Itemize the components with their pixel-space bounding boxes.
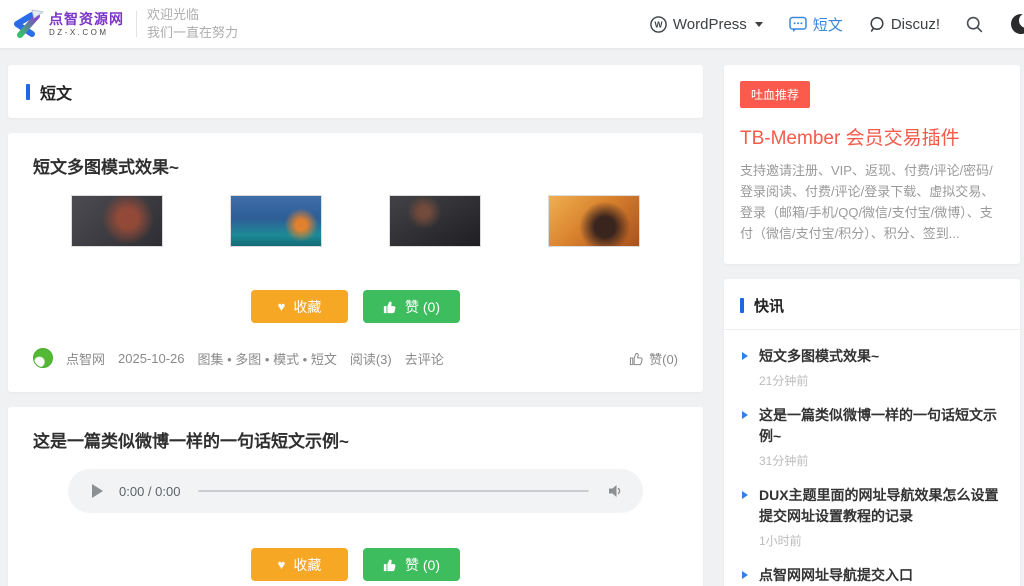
favorite-button[interactable]: ♥ 收藏 — [251, 548, 348, 581]
news-item-title[interactable]: DUX主题里面的网址导航效果怎么设置提交网址设置教程的记录 — [759, 485, 1004, 527]
nav-label-duanwen: 短文 — [813, 14, 843, 35]
nav-item-wordpress[interactable]: W WordPress — [650, 16, 763, 33]
page-title: 短文 — [40, 80, 72, 104]
site-logo[interactable]: 点智资源网 DZ-X.COM — [10, 9, 124, 39]
audio-progress-track[interactable] — [198, 490, 589, 492]
welcome-text: 欢迎光临 我们一直在努力 — [147, 6, 238, 41]
tag-list[interactable]: 图集 • 多图 • 模式 • 短文 — [198, 349, 337, 368]
audio-time: 0:00 / 0:00 — [119, 484, 180, 499]
article-image-3[interactable] — [389, 195, 481, 247]
news-item[interactable]: 点智网网址导航提交入口 2小时前 — [740, 565, 1004, 586]
site-header: 点智资源网 DZ-X.COM 欢迎光临 我们一直在努力 W WordPress — [0, 0, 1024, 48]
header-divider — [136, 11, 137, 37]
page-layout: 短文 短文多图模式效果~ ♥ 收藏 — [0, 48, 1024, 586]
go-comment-link[interactable]: 去评论 — [405, 349, 444, 368]
nav-label-discuz: Discuz! — [891, 16, 940, 33]
triangle-bullet-icon — [742, 352, 748, 360]
news-item[interactable]: 这是一篇类似微博一样的一句话短文示例~ 31分钟前 — [740, 405, 1004, 469]
promo-card: 吐血推荐 TB-Member 会员交易插件 支持邀请注册、VIP、返现、付费/评… — [724, 65, 1020, 264]
thumbs-up-icon — [383, 300, 397, 314]
meta-like-counter[interactable]: 赞(0) — [629, 349, 678, 368]
discuz-icon — [869, 16, 885, 33]
nav-label-wordpress: WordPress — [673, 16, 747, 33]
action-button-row: ♥ 收藏 赞 (0) — [33, 290, 678, 323]
volume-icon[interactable] — [607, 483, 625, 499]
avatar[interactable] — [33, 348, 53, 368]
news-header: 快讯 — [724, 295, 1020, 330]
news-item-title[interactable]: 这是一篇类似微博一样的一句话短文示例~ — [759, 405, 1004, 447]
sidebar: 吐血推荐 TB-Member 会员交易插件 支持邀请注册、VIP、返现、付费/评… — [724, 65, 1020, 586]
main-column: 短文 短文多图模式效果~ ♥ 收藏 — [8, 65, 703, 586]
news-item-time: 31分钟前 — [759, 452, 1004, 469]
thumbs-up-outline-icon — [629, 351, 644, 366]
meta-like-label: 赞(0) — [649, 349, 678, 368]
triangle-bullet-icon — [742, 571, 748, 579]
action-button-row: ♥ 收藏 赞 (0) — [33, 548, 678, 581]
article-image-2[interactable] — [230, 195, 322, 247]
accent-bar — [26, 84, 30, 100]
news-item-time: 21分钟前 — [759, 372, 1004, 389]
logo-subtitle: DZ-X.COM — [49, 29, 124, 37]
thumbs-up-icon — [383, 558, 397, 572]
article-title[interactable]: 短文多图模式效果~ — [33, 153, 678, 178]
news-item-time: 1小时前 — [759, 532, 1004, 549]
triangle-bullet-icon — [742, 491, 748, 499]
article-card-multi-image: 短文多图模式效果~ ♥ 收藏 — [8, 133, 703, 392]
promo-description: 支持邀请注册、VIP、返现、付费/评论/密码/登录阅读、付费/评论/登录下载、虚… — [740, 160, 1004, 244]
heart-icon: ♥ — [278, 558, 286, 571]
search-icon[interactable] — [966, 16, 983, 33]
news-item-title[interactable]: 短文多图模式效果~ — [759, 346, 1004, 367]
nav-item-discuz[interactable]: Discuz! — [869, 16, 940, 33]
play-icon[interactable] — [92, 484, 103, 498]
promo-title[interactable]: TB-Member 会员交易插件 — [740, 123, 1004, 150]
nav-item-duanwen[interactable]: 短文 — [789, 14, 843, 35]
svg-text:W: W — [654, 19, 663, 29]
triangle-bullet-icon — [742, 411, 748, 419]
caret-down-icon — [755, 22, 763, 27]
favorite-button[interactable]: ♥ 收藏 — [251, 290, 348, 323]
like-button[interactable]: 赞 (0) — [363, 290, 460, 323]
favorite-label: 收藏 — [293, 555, 321, 575]
news-card: 快讯 短文多图模式效果~ 21分钟前 这是一篇类似微博一样的一句话短文示例~ 3… — [724, 279, 1020, 586]
article-card-audio: 这是一篇类似微博一样的一句话短文示例~ 0:00 / 0:00 — [8, 407, 703, 586]
news-item[interactable]: DUX主题里面的网址导航效果怎么设置提交网址设置教程的记录 1小时前 — [740, 485, 1004, 549]
heart-icon: ♥ — [278, 300, 286, 313]
main-nav: W WordPress 短文 — [650, 12, 1024, 36]
read-count: 阅读(3) — [350, 349, 392, 368]
audio-player-wrap: 0:00 / 0:00 — [33, 469, 678, 513]
like-label: 赞 (0) — [405, 555, 440, 575]
author-name[interactable]: 点智网 — [66, 349, 105, 368]
news-item[interactable]: 短文多图模式效果~ 21分钟前 — [740, 346, 1004, 389]
article-meta-row: 点智网 2025-10-26 图集 • 多图 • 模式 • 短文 阅读(3) 去… — [33, 348, 678, 368]
logo-title: 点智资源网 — [49, 12, 124, 26]
wordpress-icon: W — [650, 16, 667, 33]
moon-icon[interactable] — [1009, 12, 1024, 36]
like-label: 赞 (0) — [405, 297, 440, 317]
article-image-4[interactable] — [548, 195, 640, 247]
thumbnail-row — [33, 195, 678, 247]
news-title: 快讯 — [754, 295, 784, 316]
article-title[interactable]: 这是一篇类似微博一样的一句话短文示例~ — [33, 427, 678, 452]
article-image-1[interactable] — [71, 195, 163, 247]
favorite-label: 收藏 — [293, 297, 321, 317]
audio-player[interactable]: 0:00 / 0:00 — [68, 469, 643, 513]
publish-date: 2025-10-26 — [118, 351, 185, 366]
promo-badge[interactable]: 吐血推荐 — [740, 81, 810, 108]
chat-icon — [789, 16, 807, 33]
logo-x-icon — [10, 9, 44, 39]
like-button[interactable]: 赞 (0) — [363, 548, 460, 581]
accent-bar — [740, 298, 744, 313]
page-title-card: 短文 — [8, 65, 703, 118]
news-item-title[interactable]: 点智网网址导航提交入口 — [759, 565, 1004, 586]
